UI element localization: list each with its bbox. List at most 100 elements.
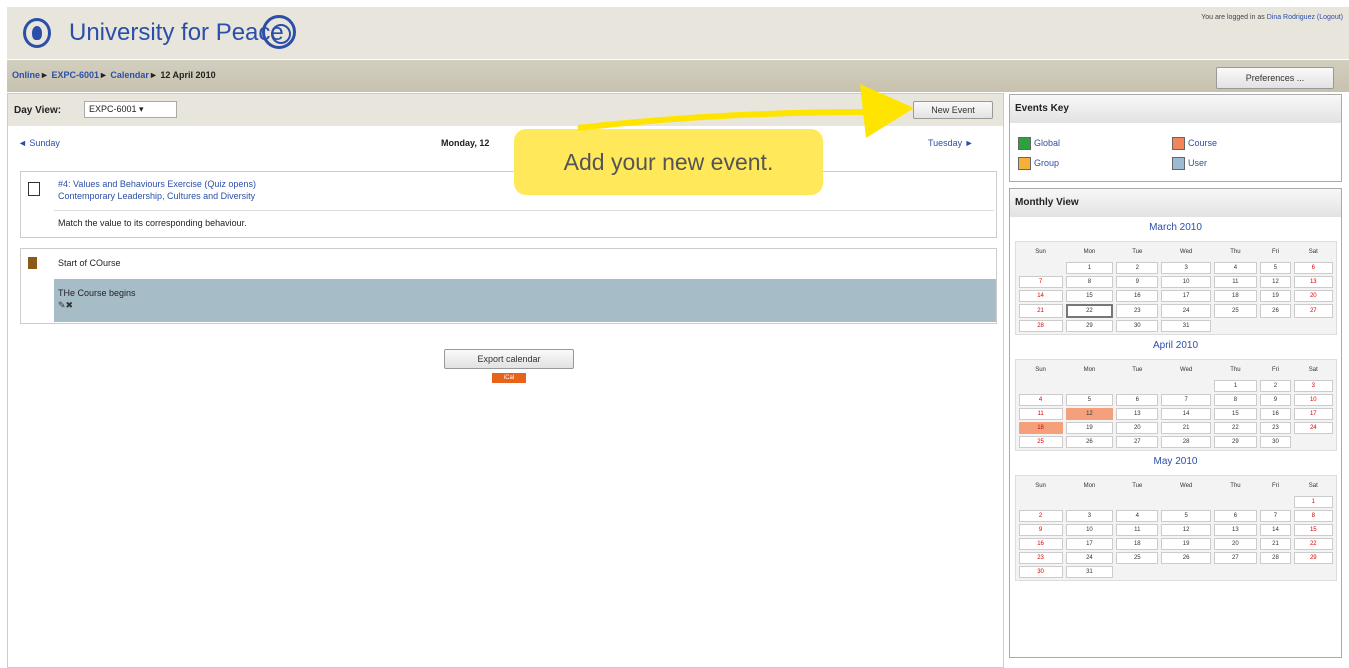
prev-day-link[interactable]: ◄ Sunday [18, 138, 60, 148]
calendar-day[interactable]: 1 [1294, 496, 1333, 508]
calendar-day[interactable]: 4 [1213, 262, 1257, 274]
calendar-day[interactable]: 16 [1116, 290, 1159, 302]
calendar-day[interactable]: 11 [1018, 408, 1063, 420]
calendar-day[interactable]: 26 [1065, 436, 1114, 448]
calendar-day[interactable]: 13 [1213, 524, 1257, 536]
calendar-day[interactable]: 2 [1259, 380, 1292, 392]
calendar-day[interactable]: 2 [1116, 262, 1159, 274]
event-course-link[interactable]: Contemporary Leadership, Cultures and Di… [58, 191, 255, 201]
calendar-day[interactable]: 29 [1065, 320, 1114, 332]
calendar-day[interactable]: 26 [1259, 304, 1292, 318]
course-select[interactable]: EXPC-6001 ▾ [84, 101, 177, 118]
month-title-link[interactable]: March 2010 [1010, 222, 1341, 233]
calendar-day[interactable]: 18 [1018, 422, 1063, 434]
calendar-day[interactable]: 30 [1116, 320, 1159, 332]
breadcrumb-calendar[interactable]: Calendar [110, 70, 149, 80]
month-title-link[interactable]: April 2010 [1010, 340, 1341, 351]
calendar-day[interactable]: 12 [1065, 408, 1114, 420]
calendar-day[interactable]: 20 [1294, 290, 1333, 302]
calendar-day[interactable]: 7 [1161, 394, 1211, 406]
export-calendar-button[interactable]: Export calendar [444, 349, 574, 369]
calendar-day[interactable]: 5 [1065, 394, 1114, 406]
calendar-day[interactable]: 28 [1161, 436, 1211, 448]
calendar-day[interactable]: 21 [1161, 422, 1211, 434]
calendar-day[interactable]: 31 [1161, 320, 1211, 332]
calendar-day[interactable]: 9 [1018, 524, 1063, 536]
calendar-day[interactable]: 19 [1259, 290, 1292, 302]
breadcrumb-online[interactable]: Online [12, 70, 40, 80]
breadcrumb-course[interactable]: EXPC-6001 [51, 70, 99, 80]
calendar-day[interactable]: 24 [1161, 304, 1211, 318]
calendar-day[interactable]: 6 [1294, 262, 1333, 274]
calendar-day[interactable]: 12 [1259, 276, 1292, 288]
calendar-day[interactable]: 3 [1294, 380, 1333, 392]
calendar-day[interactable]: 10 [1065, 524, 1114, 536]
calendar-day[interactable]: 11 [1213, 276, 1257, 288]
calendar-day[interactable]: 8 [1213, 394, 1257, 406]
calendar-day[interactable]: 10 [1161, 276, 1211, 288]
calendar-day[interactable]: 27 [1213, 552, 1257, 564]
calendar-day[interactable]: 29 [1213, 436, 1257, 448]
calendar-day[interactable]: 1 [1213, 380, 1257, 392]
calendar-day[interactable]: 1 [1065, 262, 1114, 274]
calendar-day[interactable]: 19 [1065, 422, 1114, 434]
calendar-day[interactable]: 2 [1018, 510, 1063, 522]
calendar-day[interactable]: 14 [1018, 290, 1063, 302]
calendar-day[interactable]: 8 [1065, 276, 1114, 288]
calendar-day[interactable]: 23 [1116, 304, 1159, 318]
calendar-day[interactable]: 15 [1065, 290, 1114, 302]
calendar-day[interactable]: 22 [1213, 422, 1257, 434]
calendar-day[interactable]: 4 [1018, 394, 1063, 406]
calendar-day[interactable]: 10 [1294, 394, 1333, 406]
calendar-day[interactable]: 16 [1018, 538, 1063, 550]
calendar-day[interactable]: 4 [1116, 510, 1159, 522]
calendar-day[interactable]: 20 [1116, 422, 1159, 434]
calendar-day[interactable]: 12 [1161, 524, 1211, 536]
calendar-day[interactable]: 23 [1259, 422, 1292, 434]
key-user-label[interactable]: User [1188, 158, 1207, 168]
calendar-day[interactable]: 27 [1116, 436, 1159, 448]
key-group-label[interactable]: Group [1034, 158, 1059, 168]
calendar-day[interactable]: 13 [1116, 408, 1159, 420]
calendar-day[interactable]: 31 [1065, 566, 1114, 578]
site-name-link[interactable]: University for Peace [69, 19, 284, 47]
key-course[interactable]: Course [1172, 137, 1217, 150]
user-name-link[interactable]: Dina Rodriguez [1267, 14, 1315, 21]
calendar-day[interactable]: 20 [1213, 538, 1257, 550]
calendar-day[interactable]: 26 [1161, 552, 1211, 564]
calendar-day[interactable]: 11 [1116, 524, 1159, 536]
calendar-day[interactable]: 15 [1294, 524, 1333, 536]
calendar-day[interactable]: 13 [1294, 276, 1333, 288]
calendar-day[interactable]: 5 [1259, 262, 1292, 274]
new-event-button[interactable]: New Event [913, 101, 993, 119]
calendar-day[interactable]: 18 [1116, 538, 1159, 550]
next-day-link[interactable]: Tuesday ► [928, 138, 974, 148]
key-user[interactable]: User [1172, 157, 1207, 170]
calendar-day[interactable]: 15 [1213, 408, 1257, 420]
calendar-day[interactable]: 21 [1259, 538, 1292, 550]
calendar-day[interactable]: 27 [1294, 304, 1333, 318]
calendar-day[interactable]: 14 [1161, 408, 1211, 420]
logout-link[interactable]: (Logout) [1317, 14, 1343, 21]
calendar-day[interactable]: 22 [1294, 538, 1333, 550]
calendar-day[interactable]: 16 [1259, 408, 1292, 420]
calendar-day[interactable]: 7 [1018, 276, 1063, 288]
calendar-day[interactable]: 6 [1213, 510, 1257, 522]
month-title-link[interactable]: May 2010 [1010, 456, 1341, 467]
calendar-day[interactable]: 18 [1213, 290, 1257, 302]
calendar-day[interactable]: 17 [1294, 408, 1333, 420]
key-course-label[interactable]: Course [1188, 138, 1217, 148]
preferences-button[interactable]: Preferences ... [1216, 67, 1334, 89]
calendar-day[interactable]: 6 [1116, 394, 1159, 406]
calendar-day[interactable]: 30 [1259, 436, 1292, 448]
calendar-day[interactable]: 25 [1116, 552, 1159, 564]
calendar-day[interactable]: 7 [1259, 510, 1292, 522]
calendar-day[interactable]: 17 [1161, 290, 1211, 302]
key-global-label[interactable]: Global [1034, 138, 1060, 148]
calendar-day[interactable]: 8 [1294, 510, 1333, 522]
calendar-day[interactable]: 28 [1259, 552, 1292, 564]
calendar-day[interactable]: 30 [1018, 566, 1063, 578]
ical-badge[interactable]: iCal [492, 373, 526, 383]
calendar-day[interactable]: 3 [1065, 510, 1114, 522]
calendar-day[interactable]: 3 [1161, 262, 1211, 274]
